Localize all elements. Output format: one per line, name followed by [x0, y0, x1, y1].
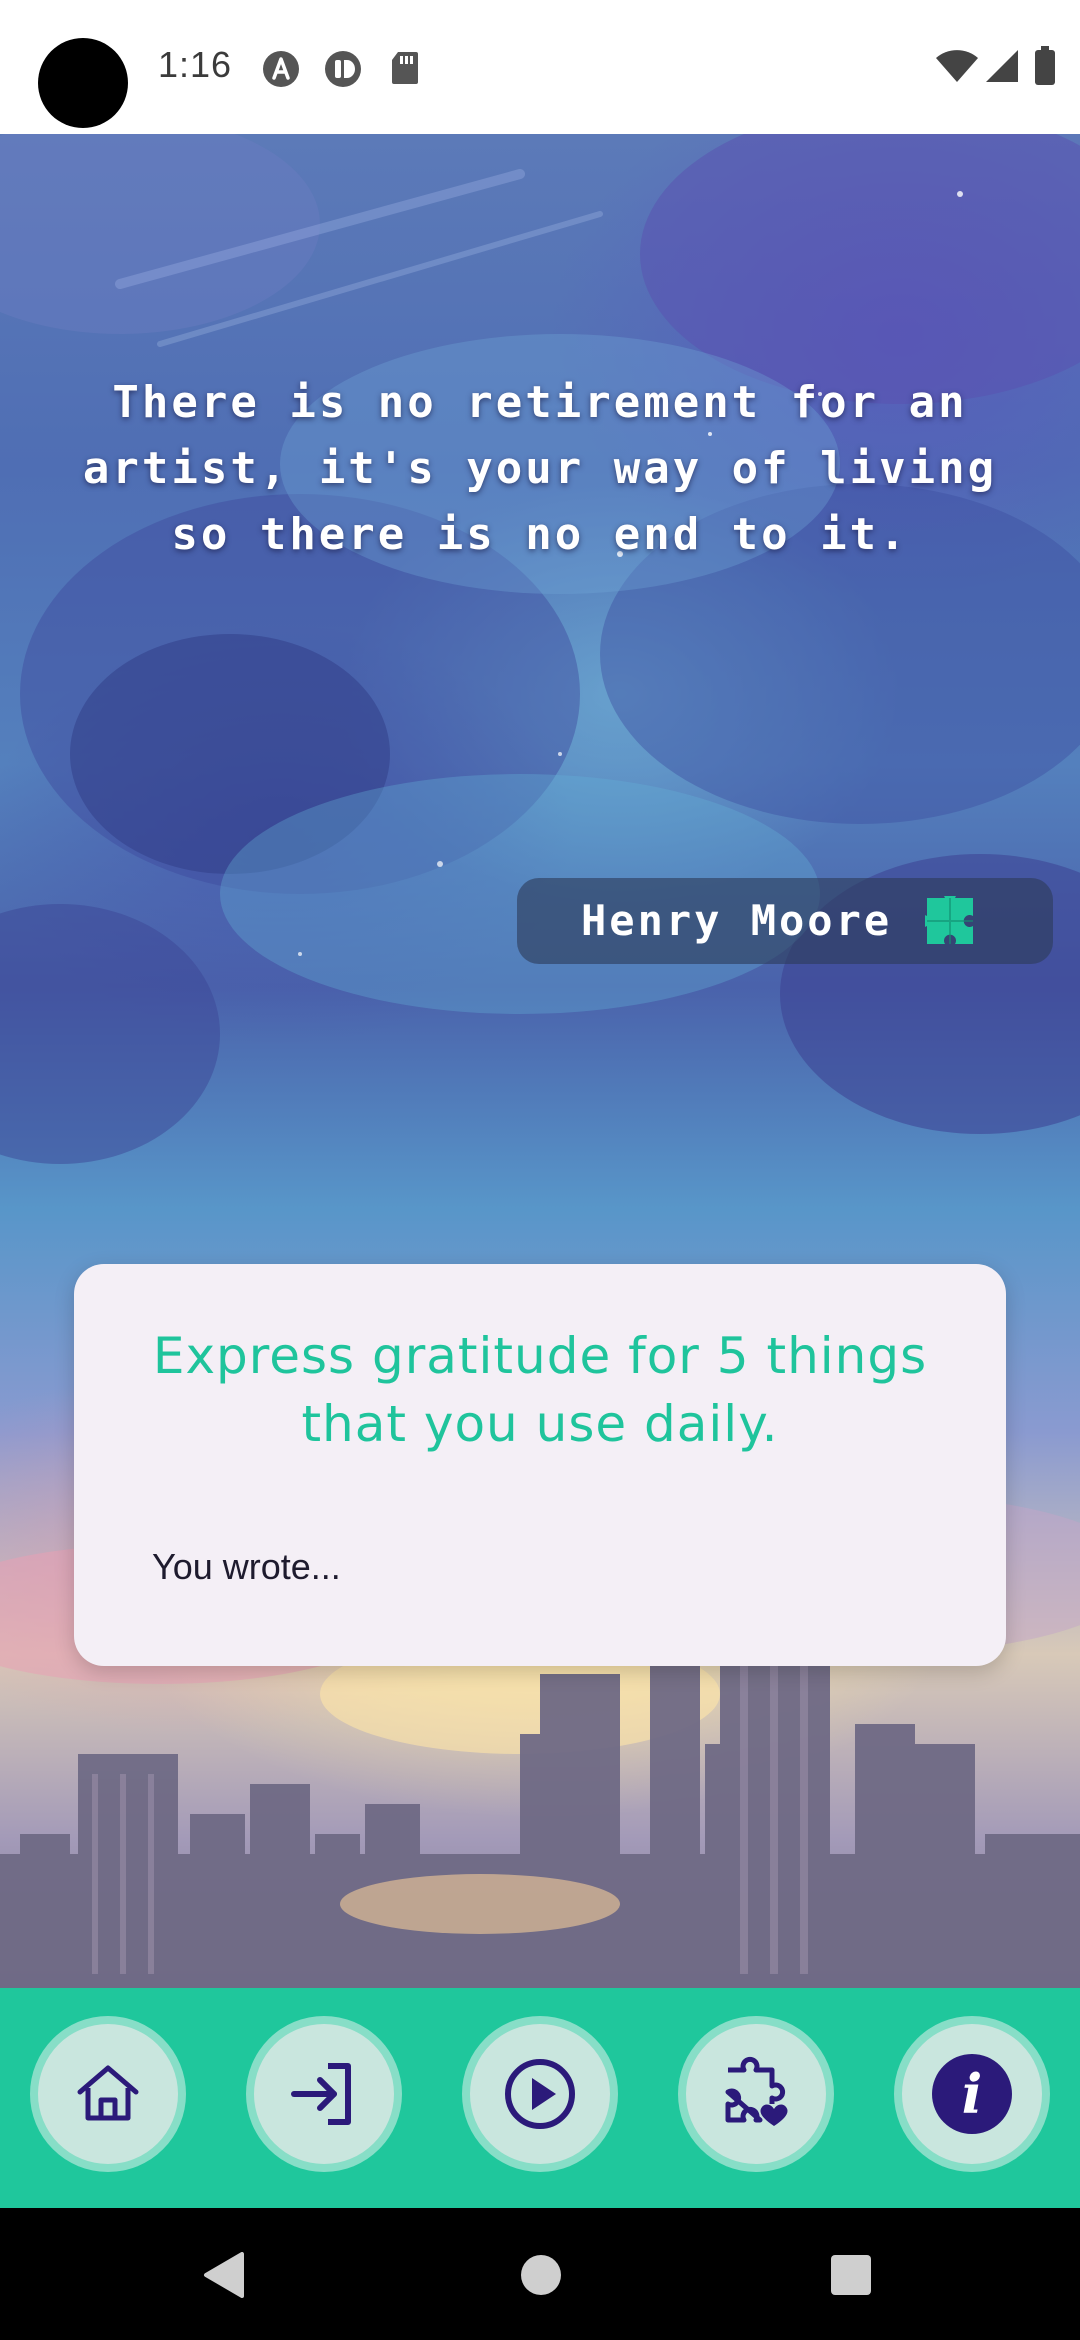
home-icon [77, 2065, 139, 2121]
quote-author: Henry Moore [581, 896, 893, 945]
system-navigation-bar [0, 2208, 1080, 2340]
cell-signal-icon [984, 48, 1020, 84]
quote-text: There is no retirement for an artist, it… [82, 377, 998, 560]
home-circle-icon[interactable] [520, 2254, 562, 2300]
journal-prompt-card[interactable]: Express gratitude for 5 things that you … [74, 1264, 1006, 1666]
login-arrow-icon [291, 2063, 351, 2125]
accessibility-a-icon [262, 50, 300, 88]
prompt-title: Express gratitude for 5 things that you … [152, 1327, 928, 1453]
bottom-navigation: i [0, 1988, 1080, 2208]
background-artwork: There is no retirement for an artist, it… [0, 134, 1080, 1988]
sd-card-icon [390, 50, 420, 86]
camera-cutout [38, 38, 128, 128]
nav-home-button[interactable] [38, 2024, 178, 2164]
status-time: 1:16 [158, 44, 233, 85]
status-bar: 1:16 [0, 0, 1080, 134]
puzzle-icon[interactable] [917, 888, 975, 946]
nav-play-button[interactable] [470, 2024, 610, 2164]
author-badge[interactable]: Henry Moore [517, 878, 1053, 964]
recents-square-icon[interactable] [830, 2254, 872, 2300]
nav-favorites-button[interactable] [686, 2024, 826, 2164]
play-circle-icon [505, 2059, 575, 2129]
nav-info-button[interactable]: i [902, 2024, 1042, 2164]
wifi-icon [934, 48, 980, 84]
app-screen: 1:16 There is no retirement for an artis… [0, 0, 1080, 2340]
nav-login-button[interactable] [254, 2024, 394, 2164]
back-icon[interactable] [202, 2252, 246, 2302]
battery-icon [1034, 46, 1056, 86]
puzzle-heart-icon [725, 2056, 788, 2126]
pause-badge-icon [324, 50, 362, 88]
prompt-answer-preview[interactable]: You wrote... [152, 1546, 341, 1588]
info-icon: i [932, 2054, 1012, 2134]
